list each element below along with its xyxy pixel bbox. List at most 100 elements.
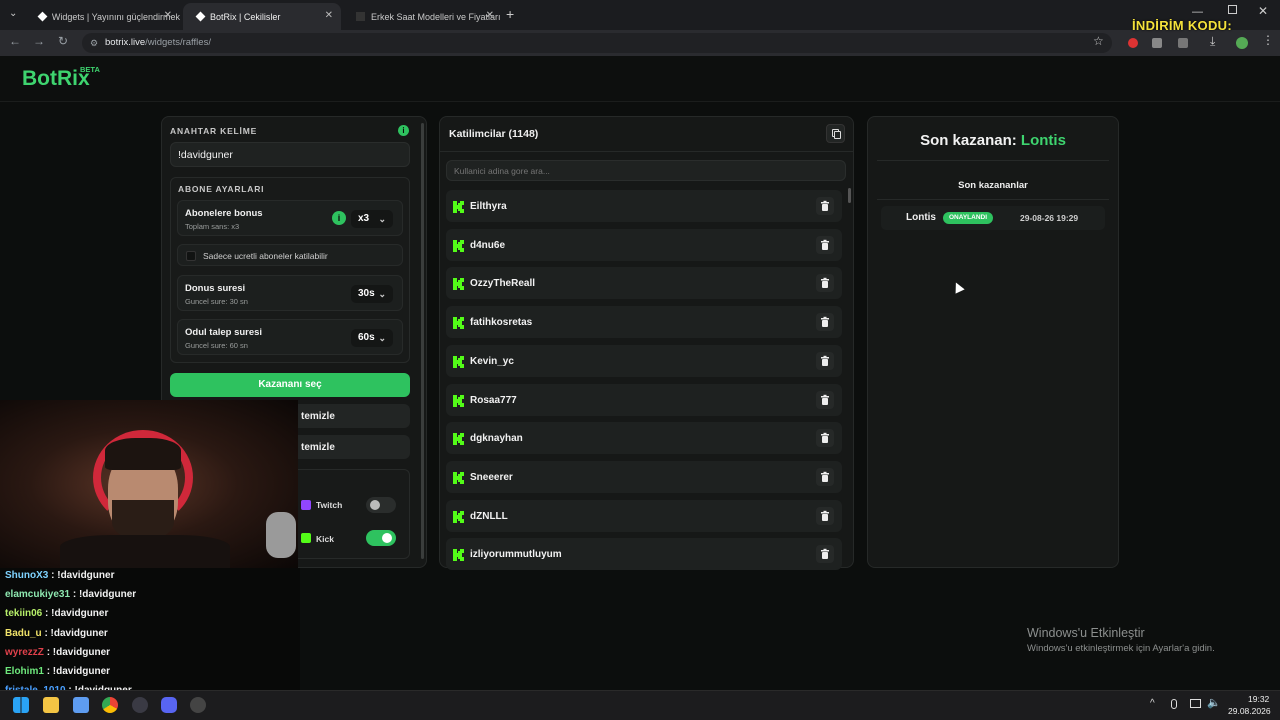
- paid-only-card[interactable]: Sadece ucretli aboneler katilabilir: [177, 244, 403, 266]
- kick-logo-icon: [453, 548, 464, 562]
- minimize-icon[interactable]: —: [1192, 6, 1203, 18]
- pick-winner-button[interactable]: Kazananı seç: [170, 373, 410, 397]
- store-icon[interactable]: [73, 697, 89, 713]
- copy-icon[interactable]: [826, 124, 845, 143]
- close-tab-icon[interactable]: ✕: [164, 10, 172, 21]
- participant-row: Eilthyra: [446, 190, 842, 222]
- extension-icon[interactable]: [1152, 38, 1162, 48]
- file-explorer-icon[interactable]: [43, 697, 59, 713]
- maximize-icon[interactable]: [1228, 5, 1237, 14]
- kick-logo-icon: [453, 239, 464, 252]
- network-icon[interactable]: [1190, 699, 1201, 708]
- forward-icon[interactable]: →: [30, 34, 48, 48]
- kick-logo-icon: [453, 200, 464, 213]
- trash-icon: [821, 549, 829, 560]
- profile-icon[interactable]: [1236, 37, 1248, 49]
- url-input[interactable]: ⚙ botrix.live/widgets/raffles/: [82, 33, 1112, 53]
- chat-username: tekiin06: [5, 608, 43, 620]
- participant-row: fatihkosretas: [446, 306, 842, 339]
- extension-icon[interactable]: [1128, 38, 1138, 48]
- discord-icon[interactable]: [161, 697, 177, 713]
- url-host: botrix.live: [105, 37, 146, 48]
- bonus-multiplier-select[interactable]: x3 ⌄: [351, 210, 393, 228]
- webcam-overlay: [0, 400, 298, 568]
- tray-chevron-icon[interactable]: ^: [1150, 698, 1155, 709]
- delete-participant-button[interactable]: [816, 197, 834, 215]
- tab-list-chevron-icon[interactable]: ⌄: [9, 8, 17, 19]
- twitch-label: Twitch: [316, 500, 343, 510]
- url-path: /widgets/raffles/: [145, 37, 211, 48]
- twitch-toggle[interactable]: [366, 497, 396, 513]
- participant-name: dZNLLL: [470, 510, 508, 522]
- delete-participant-button[interactable]: [816, 429, 834, 448]
- chat-message: Elohim1 : !davidguner: [5, 666, 110, 677]
- delete-participant-button[interactable]: [816, 506, 834, 525]
- participant-row: d4nu6e: [446, 228, 842, 261]
- delete-participant-button[interactable]: [816, 351, 834, 370]
- chrome-icon[interactable]: [102, 697, 118, 713]
- panel-scrollbar[interactable]: [421, 123, 424, 559]
- extension-icon[interactable]: [1178, 38, 1188, 48]
- back-icon[interactable]: ←: [6, 34, 24, 48]
- bonus-time-select[interactable]: 30s ⌄: [351, 285, 393, 303]
- participant-list-scrollbar[interactable]: [848, 188, 851, 203]
- participant-name: d4nu6e: [470, 239, 506, 251]
- chevron-down-icon: ⌄: [378, 214, 386, 224]
- botrix-favicon-icon: [195, 11, 206, 22]
- participant-row: Kevin_yc: [446, 344, 842, 377]
- keyword-input[interactable]: !davidguner: [170, 142, 410, 167]
- kick-logo-icon: [453, 394, 464, 407]
- delete-participant-button[interactable]: [816, 390, 834, 409]
- close-window-icon[interactable]: ✕: [1258, 4, 1268, 18]
- delete-participant-button[interactable]: [816, 467, 834, 486]
- participant-row: Rosaa777: [446, 383, 842, 416]
- chat-message: wyrezzZ : !davidguner: [5, 647, 110, 658]
- new-tab-icon[interactable]: +: [506, 6, 514, 22]
- close-tab-icon[interactable]: ✕: [325, 10, 333, 21]
- info-icon[interactable]: i: [398, 125, 409, 136]
- tab-widgets[interactable]: Widgets | Yayınını güçlendirmek ✕: [25, 3, 180, 30]
- chat-message: elamcukiye31 : !davidguner: [5, 589, 136, 600]
- participant-row: Sneeerer: [446, 460, 842, 493]
- delete-participant-button[interactable]: [816, 313, 834, 332]
- tab-botrix-cekilisler[interactable]: BotRix | Cekilisler ✕: [183, 3, 341, 30]
- windows-start-icon[interactable]: [13, 697, 29, 713]
- info-icon[interactable]: i: [332, 211, 346, 225]
- trash-icon: [821, 510, 829, 521]
- microphone-tray-icon[interactable]: [1171, 699, 1177, 709]
- twitch-icon: [301, 500, 311, 510]
- bookmark-star-icon[interactable]: ☆: [1093, 34, 1104, 48]
- trash-icon: [821, 239, 829, 250]
- browser-menu-icon[interactable]: ⋮: [1262, 33, 1274, 47]
- obs-icon[interactable]: [132, 697, 148, 713]
- app-icon[interactable]: [190, 697, 206, 713]
- clock-date[interactable]: 29.08.2026: [1228, 706, 1271, 716]
- chat-username: Badu_u: [5, 627, 42, 639]
- browser-tab-bar: ⌄ Widgets | Yayınını güçlendirmek ✕ BotR…: [0, 0, 1280, 30]
- kick-toggle[interactable]: [366, 530, 396, 546]
- delete-participant-button[interactable]: [816, 545, 834, 564]
- chat-text: : !davidguner: [46, 646, 111, 658]
- claim-time-select[interactable]: 60s ⌄: [351, 329, 393, 347]
- participant-search-input[interactable]: [446, 160, 846, 181]
- toggle-knob: [370, 500, 380, 510]
- download-icon[interactable]: ⤓: [1210, 34, 1215, 49]
- close-tab-icon[interactable]: ✕: [486, 10, 494, 21]
- paid-only-label: Sadece ucretli aboneler katilabilir: [203, 251, 328, 261]
- trash-icon: [821, 200, 829, 211]
- trash-icon: [821, 355, 829, 366]
- delete-participant-button[interactable]: [816, 235, 834, 254]
- kick-logo-icon: [453, 277, 464, 291]
- reload-icon[interactable]: ↻: [54, 34, 72, 48]
- volume-icon[interactable]: 🔈: [1207, 696, 1221, 709]
- delete-participant-button[interactable]: [816, 274, 834, 293]
- tab-erkek-saat[interactable]: Erkek Saat Modelleri ve Fiyatları ✕: [342, 3, 502, 30]
- clear-button-label: temizle: [301, 411, 335, 422]
- chat-username: wyrezzZ: [5, 646, 44, 658]
- site-info-icon[interactable]: ⚙: [90, 33, 98, 53]
- participant-name: Kevin_yc: [470, 355, 514, 367]
- streamer-hair: [105, 438, 181, 470]
- paid-only-checkbox[interactable]: [186, 251, 196, 261]
- chat-message: tekiin06 : !davidguner: [5, 608, 108, 619]
- clock-time[interactable]: 19:32: [1248, 694, 1269, 704]
